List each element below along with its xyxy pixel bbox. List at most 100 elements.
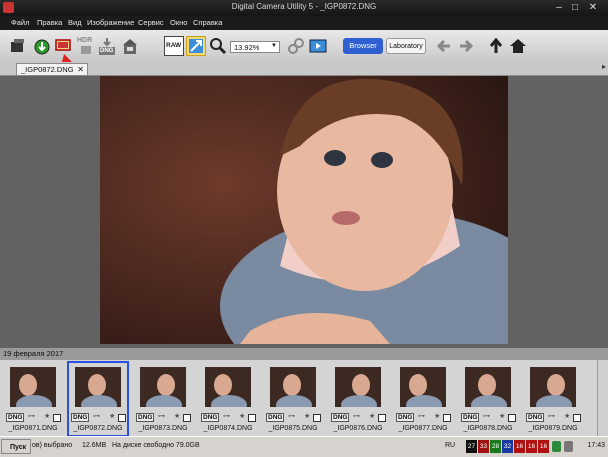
tray-item[interactable]: 27 [466, 440, 477, 453]
tray-item[interactable]: 16 [526, 440, 537, 453]
slideshow-icon[interactable] [308, 36, 328, 56]
up-arrow-icon[interactable] [486, 36, 506, 56]
status-disk-free: На диске свободно 79.0GB [112, 442, 200, 449]
tray-item[interactable]: 32 [502, 440, 513, 453]
protect-key-icon[interactable]: ⊶ [93, 412, 100, 420]
dng-badge: DNG [396, 413, 415, 422]
thumbnail-item[interactable]: DNG ⊶ ★ _IGP0877.DNG [394, 363, 452, 435]
rating-star-icon[interactable]: ★ [109, 412, 115, 420]
rating-star-icon[interactable]: ★ [434, 412, 440, 420]
rating-star-icon[interactable]: ★ [499, 412, 505, 420]
thumbnail-filename: _IGP0873.DNG [138, 425, 188, 432]
tray-item[interactable]: 28 [490, 440, 501, 453]
thumbnail-item[interactable]: DNG ⊶ ★ _IGP0876.DNG [329, 363, 387, 435]
archive-icon[interactable] [120, 36, 140, 56]
tab-close-icon[interactable]: ✕ [77, 64, 84, 76]
protect-key-icon[interactable]: ⊶ [28, 412, 35, 420]
dng-badge: DNG [461, 413, 480, 422]
select-checkbox[interactable] [118, 414, 126, 422]
rating-star-icon[interactable]: ★ [304, 412, 310, 420]
rating-star-icon[interactable]: ★ [174, 412, 180, 420]
thumbnail-image [75, 367, 121, 407]
toolbar: HDR DNG RAW 13.92% ▼ Browser Laboratory [0, 30, 608, 63]
rating-star-icon[interactable]: ★ [369, 412, 375, 420]
protect-key-icon[interactable]: ⊶ [223, 412, 230, 420]
zoom-value: 13.92% [234, 43, 260, 52]
select-checkbox[interactable] [183, 414, 191, 422]
maximize-button[interactable]: □ [568, 2, 582, 13]
select-checkbox[interactable] [443, 414, 451, 422]
thumbnail-item[interactable]: DNG ⊶ ★ _IGP0872.DNG [67, 361, 129, 437]
protect-key-icon[interactable]: ⊶ [158, 412, 165, 420]
tab-scroll-icon[interactable]: ▸ [602, 62, 606, 71]
protect-key-icon[interactable]: ⊶ [548, 412, 555, 420]
zoom-field[interactable]: 13.92% ▼ [230, 41, 280, 53]
thumbnail-item[interactable]: DNG ⊶ ★ _IGP0878.DNG [459, 363, 517, 435]
browser-label: Browser [349, 41, 377, 50]
raw-button[interactable]: RAW [164, 36, 184, 56]
select-checkbox[interactable] [248, 414, 256, 422]
start-button[interactable]: Пуск [1, 439, 31, 454]
menu-tools[interactable]: Сервис [138, 18, 164, 27]
protect-key-icon[interactable]: ⊶ [353, 412, 360, 420]
thumbnail-item[interactable]: DNG ⊶ ★ _IGP0874.DNG [199, 363, 257, 435]
thumbnail-filename: _IGP0871.DNG [8, 425, 58, 432]
rating-star-icon[interactable]: ★ [239, 412, 245, 420]
close-window-button[interactable]: ✕ [586, 2, 600, 13]
forward-arrow-icon[interactable] [456, 36, 476, 56]
menu-file[interactable]: Файл [11, 18, 29, 27]
tab-image[interactable]: _IGP0872.DNG ✕ [16, 63, 88, 75]
thumbnail-image [270, 367, 316, 407]
thumbnail-item[interactable]: DNG ⊶ ★ _IGP0873.DNG [134, 363, 192, 435]
menu-help[interactable]: Справка [193, 18, 222, 27]
rating-star-icon[interactable]: ★ [44, 412, 50, 420]
thumbnail-item[interactable]: DNG ⊶ ★ _IGP0875.DNG [264, 363, 322, 435]
fit-to-window-icon[interactable] [186, 36, 206, 56]
dng-convert-icon[interactable]: DNG [97, 36, 117, 56]
laboratory-button[interactable]: Laboratory [386, 38, 426, 54]
menu-window[interactable]: Окно [170, 18, 187, 27]
open-folder-icon[interactable] [8, 36, 28, 56]
protect-key-icon[interactable]: ⊶ [288, 412, 295, 420]
thumbnail-item[interactable]: DNG ⊶ ★ _IGP0879.DNG [524, 363, 582, 435]
thumbnail-image [530, 367, 576, 407]
select-checkbox[interactable] [53, 414, 61, 422]
protect-key-icon[interactable]: ⊶ [418, 412, 425, 420]
protect-key-icon[interactable]: ⊶ [483, 412, 490, 420]
minimize-button[interactable]: – [552, 2, 566, 13]
thumbnail-image [400, 367, 446, 407]
dng-badge: DNG [266, 413, 285, 422]
network-icon[interactable] [552, 441, 561, 452]
menu-edit[interactable]: Правка [37, 18, 62, 27]
menu-bar: Файл Правка Вид Изображение Сервис Окно … [0, 16, 608, 30]
menu-view[interactable]: Вид [68, 18, 82, 27]
back-arrow-icon[interactable] [434, 36, 454, 56]
tray-item[interactable]: 16 [514, 440, 525, 453]
language-indicator[interactable]: RU [445, 442, 455, 449]
select-checkbox[interactable] [573, 414, 581, 422]
select-checkbox[interactable] [378, 414, 386, 422]
thumbnail-item[interactable]: DNG ⊶ ★ _IGP0871.DNG [4, 363, 62, 435]
filmstrip-scrollbar[interactable] [597, 360, 608, 436]
image-viewer[interactable] [0, 76, 608, 348]
tray-item[interactable]: 16 [538, 440, 549, 453]
menu-image[interactable]: Изображение [87, 18, 134, 27]
dng-badge: DNG [331, 413, 350, 422]
window-title: Digital Camera Utility 5 - _IGP0872.DNG [231, 2, 377, 11]
hdr-label: HDR [77, 37, 93, 44]
select-checkbox[interactable] [313, 414, 321, 422]
download-icon[interactable] [32, 36, 52, 56]
browser-button[interactable]: Browser [343, 38, 383, 54]
zoom-icon[interactable] [208, 36, 228, 56]
zoom-dropdown-icon[interactable]: ▼ [271, 43, 277, 49]
rating-star-icon[interactable]: ★ [564, 412, 570, 420]
volume-icon[interactable] [564, 441, 573, 452]
home-icon[interactable] [508, 36, 528, 56]
laboratory-label: Laboratory [389, 43, 423, 50]
link-icon[interactable] [286, 36, 306, 56]
taskbar: Пуск ов) выбрано 12.6MB На диске свободн… [0, 436, 608, 457]
dng-badge: DNG [136, 413, 155, 422]
select-checkbox[interactable] [508, 414, 516, 422]
tray-item[interactable]: 33 [478, 440, 489, 453]
thumbnail-image [140, 367, 186, 407]
